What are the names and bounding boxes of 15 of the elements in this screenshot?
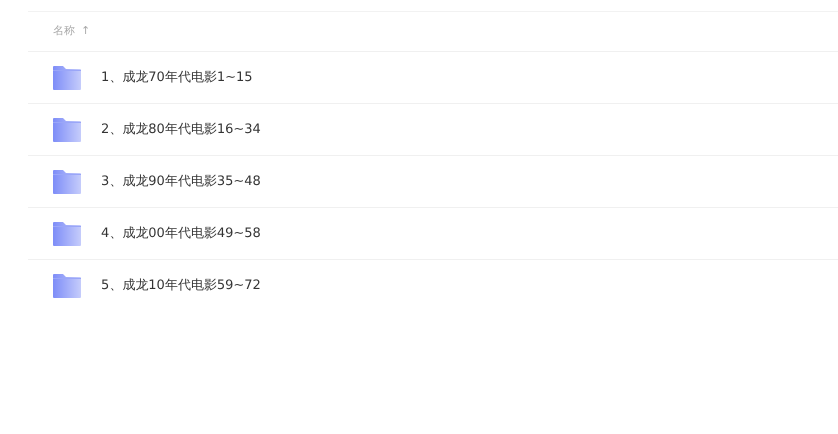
folder-icon <box>53 170 81 194</box>
folder-icon <box>53 118 81 142</box>
folder-icon <box>53 222 81 246</box>
folder-icon <box>53 66 81 90</box>
folder-row[interactable]: 1、成龙70年代电影1~15 <box>28 52 838 104</box>
folder-row[interactable]: 5、成龙10年代电影59~72 <box>28 260 838 312</box>
folder-row[interactable]: 3、成龙90年代电影35~48 <box>28 156 838 208</box>
folder-row[interactable]: 2、成龙80年代电影16~34 <box>28 104 838 156</box>
folder-row[interactable]: 4、成龙00年代电影49~58 <box>28 208 838 260</box>
folder-name: 4、成龙00年代电影49~58 <box>101 224 261 243</box>
folder-name: 1、成龙70年代电影1~15 <box>101 68 253 87</box>
folder-name: 2、成龙80年代电影16~34 <box>101 120 261 139</box>
folder-name: 3、成龙90年代电影35~48 <box>101 172 261 191</box>
folder-icon <box>53 274 81 298</box>
folder-name: 5、成龙10年代电影59~72 <box>101 277 261 296</box>
